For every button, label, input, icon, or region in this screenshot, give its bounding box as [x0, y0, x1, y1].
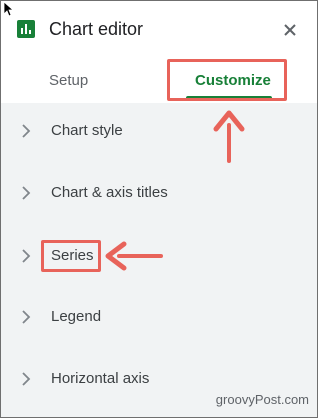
section-label: Horizontal axis [51, 370, 150, 387]
section-legend[interactable]: Legend [1, 297, 317, 337]
chart-editor-panel: Chart editor Setup Customize Chart style… [0, 0, 318, 418]
section-label: Chart & axis titles [51, 184, 168, 201]
chevron-right-icon [22, 124, 31, 138]
series-highlight-box [41, 240, 101, 272]
chevron-right-icon [22, 372, 31, 386]
section-chart-style[interactable]: Chart style [1, 111, 317, 151]
watermark: groovyPost.com [215, 392, 309, 407]
panel-title: Chart editor [49, 19, 144, 39]
chevron-right-icon [22, 186, 31, 200]
mouse-cursor-icon [3, 1, 13, 17]
chevron-right-icon [22, 249, 31, 263]
section-label: Chart style [51, 122, 123, 139]
tab-setup[interactable]: Setup [49, 71, 88, 91]
close-icon[interactable] [280, 20, 300, 40]
panel-header: Chart editor [1, 1, 317, 59]
customize-highlight-box [167, 59, 287, 101]
section-label: Legend [51, 308, 102, 325]
chevron-right-icon [22, 310, 31, 324]
chart-icon [17, 20, 35, 38]
section-chart-axis-titles[interactable]: Chart & axis titles [1, 173, 317, 213]
